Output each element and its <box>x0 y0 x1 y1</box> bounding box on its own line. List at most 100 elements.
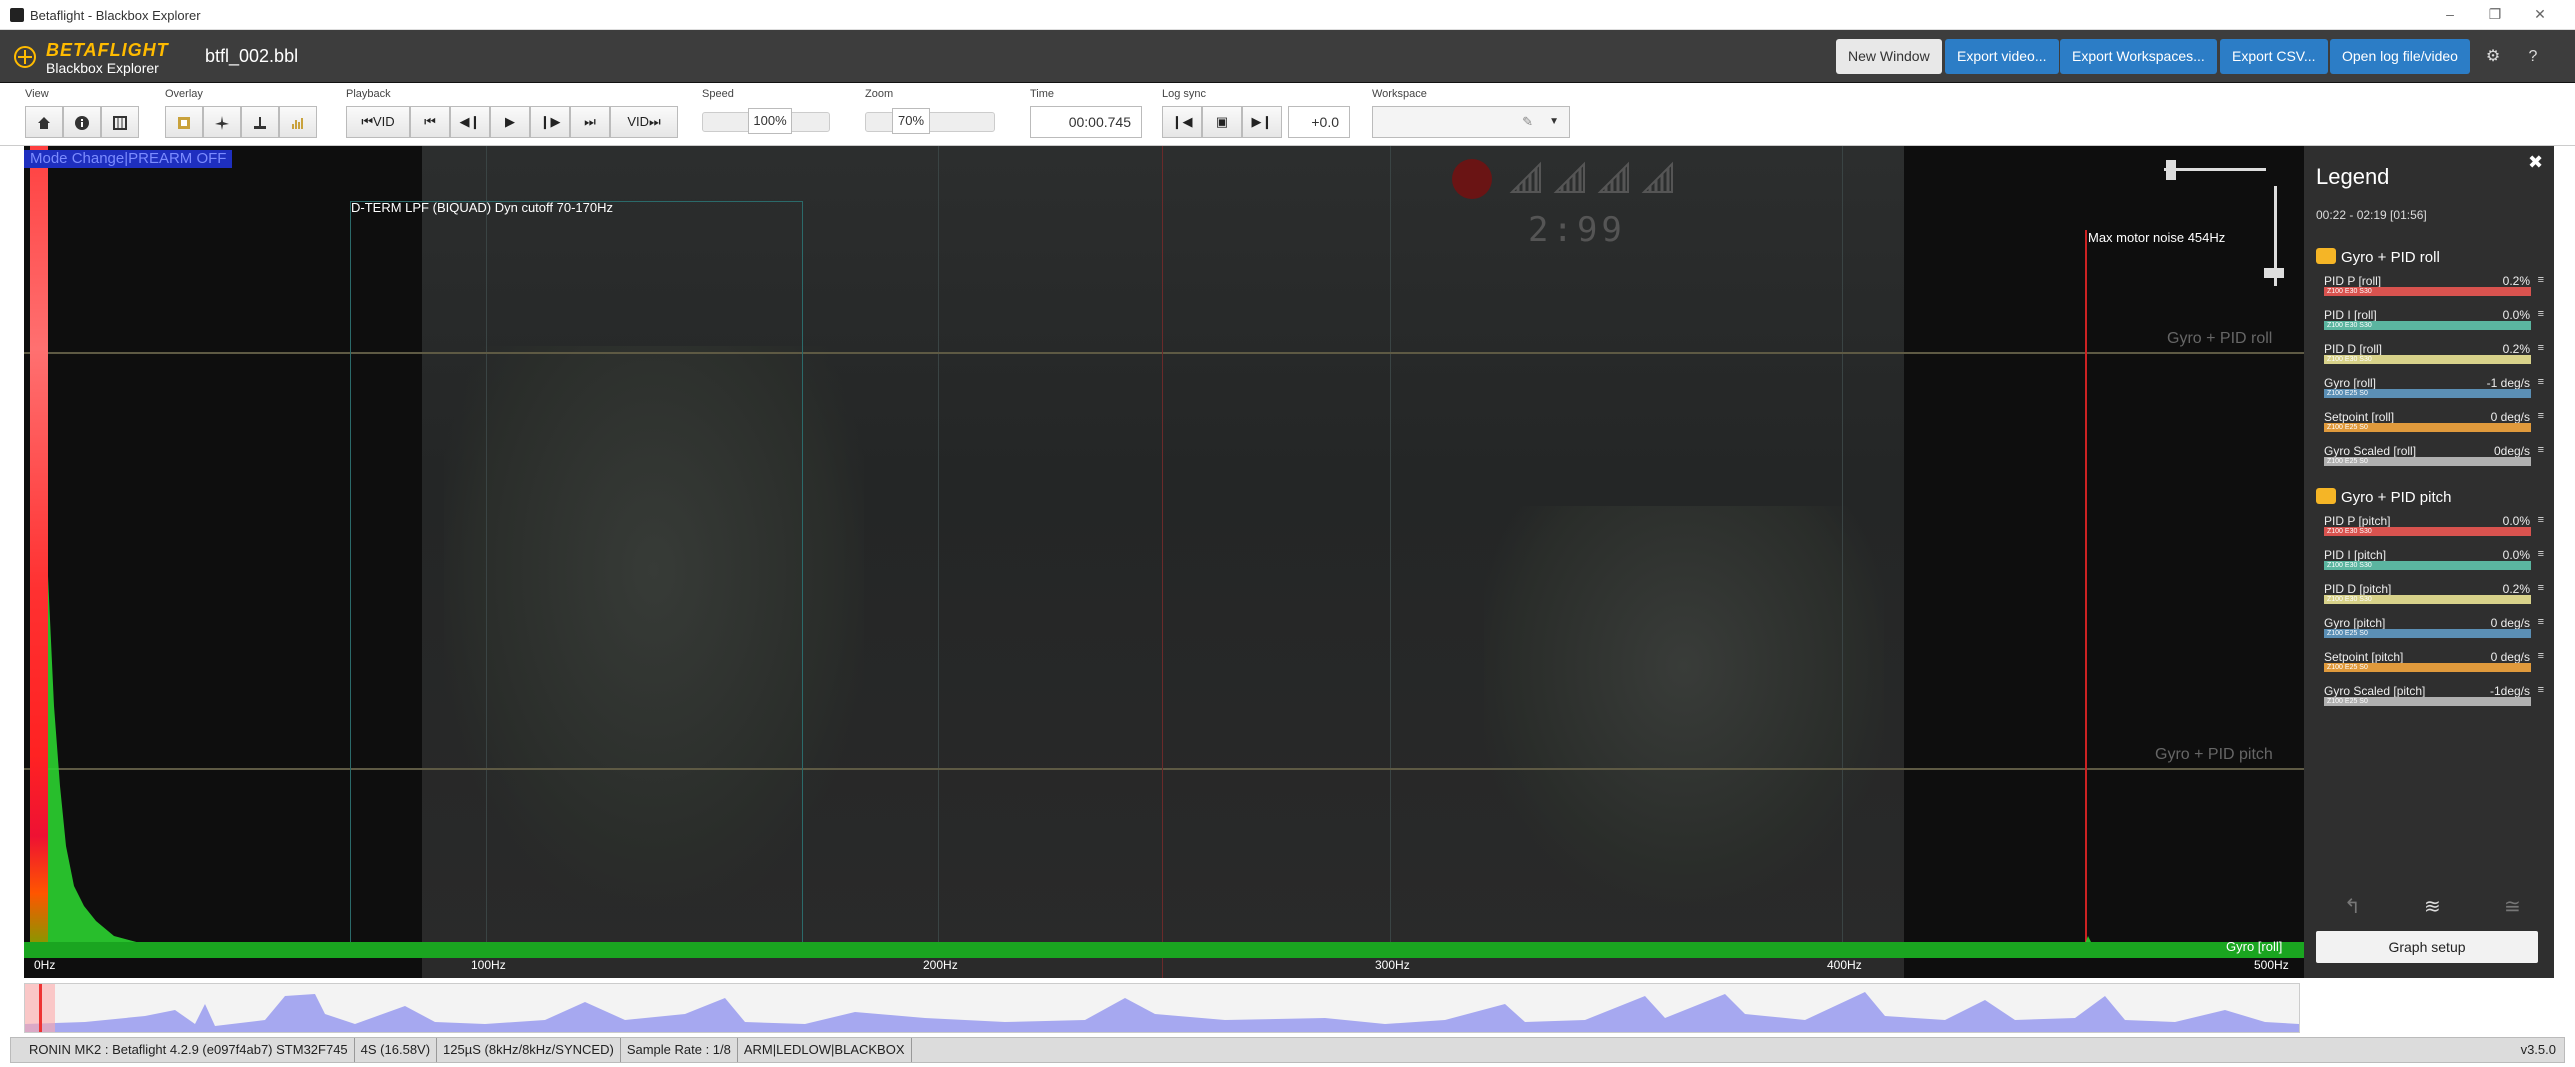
step-forward-button[interactable]: ❙▶ <box>530 106 570 138</box>
play-button[interactable]: ▶ <box>490 106 530 138</box>
close-icon[interactable]: ✖ <box>2528 152 2543 173</box>
axis-icon[interactable]: ≡ <box>2538 410 2544 422</box>
legend-item-value: 0.0% <box>2502 308 2530 322</box>
legend-item[interactable]: Gyro [roll] -1 deg/s ≡ Z100 E25 S0 <box>2324 376 2544 409</box>
sync-set-button[interactable]: ▣ <box>1202 106 1242 138</box>
sync-offset-field[interactable]: +0.0 <box>1288 106 1350 138</box>
legend-item-value: -1 deg/s <box>2486 376 2530 390</box>
help-icon[interactable]: ? <box>2522 46 2544 68</box>
legend-item[interactable]: Setpoint [roll] 0 deg/s ≡ Z100 E25 S0 <box>2324 410 2544 443</box>
craft-overlay-button[interactable] <box>203 106 241 138</box>
legend-item[interactable]: Gyro [pitch] 0 deg/s ≡ Z100 E25 S0 <box>2324 616 2544 649</box>
axis-tick-500: 500Hz <box>2254 958 2289 972</box>
legend-item-value: 0.0% <box>2502 548 2530 562</box>
status-battery: 4S (16.58V) <box>355 1038 438 1062</box>
open-log-button[interactable]: Open log file/video <box>2330 39 2470 74</box>
legend-item-value: 0.2% <box>2502 342 2530 356</box>
logo: BETAFLIGHT Blackbox Explorer <box>12 38 172 76</box>
betaflight-logo-icon <box>14 46 36 68</box>
group-toggle-icon[interactable] <box>2316 248 2336 264</box>
axis-icon[interactable]: ≡ <box>2538 274 2544 286</box>
jump-end-button[interactable]: ⏭ <box>570 106 610 138</box>
chevron-down-icon[interactable]: ▼ <box>1549 107 1559 137</box>
axis-icon[interactable]: ≡ <box>2538 342 2544 354</box>
sticks-icon <box>254 117 266 129</box>
new-window-button[interactable]: New Window <box>1836 39 1942 74</box>
video-overlay-button[interactable] <box>165 106 203 138</box>
zoom-slider[interactable] <box>865 112 995 132</box>
smooth-graph-icon[interactable]: ≅ <box>2504 894 2521 919</box>
legend-item[interactable]: PID P [pitch] 0.0% ≡ Z100 E30 S30 <box>2324 514 2544 547</box>
home-button[interactable] <box>25 106 63 138</box>
status-looptime: 125µS (8kHz/8kHz/SYNCED) <box>437 1038 621 1062</box>
axis-icon[interactable]: ≡ <box>2538 684 2544 696</box>
workspace-select[interactable]: ✎ ▼ <box>1372 106 1570 138</box>
legend-time-range: 00:22 - 02:19 [01:56] <box>2316 208 2427 222</box>
spectrum-graph-icon[interactable]: ≋ <box>2424 894 2441 919</box>
horizontal-zoom-slider[interactable] <box>2164 168 2266 171</box>
legend-graph-type-icons: ↰ ≋ ≅ <box>2344 894 2534 918</box>
axis-tick-100: 100Hz <box>471 958 506 972</box>
toolbar: View Overlay Playback ⏮VID ⏮ ◀❙ ▶ ❙▶ ⏭ V… <box>0 84 2575 146</box>
legend-item-bar: Z100 E30 S30 <box>2324 561 2531 570</box>
step-back-button[interactable]: ◀❙ <box>450 106 490 138</box>
analyser-overlay-button[interactable] <box>279 106 317 138</box>
jump-start-button[interactable]: ⏮ <box>410 106 450 138</box>
legend-item-name: PID I [pitch] <box>2324 548 2387 562</box>
pencil-icon[interactable]: ✎ <box>1522 107 1533 137</box>
legend-item[interactable]: PID D [roll] 0.2% ≡ Z100 E30 S30 <box>2324 342 2544 375</box>
axis-icon[interactable]: ≡ <box>2538 548 2544 560</box>
axis-tick-200: 200Hz <box>923 958 958 972</box>
gear-icon[interactable]: ⚙ <box>2482 46 2504 68</box>
graph-canvas[interactable]: 2:99 D-TERM LPF (BIQUAD) Dyn cutoff 70-1… <box>24 146 2304 978</box>
axis-icon[interactable]: ≡ <box>2538 514 2544 526</box>
line-graph-icon[interactable]: ↰ <box>2344 894 2361 919</box>
close-icon[interactable]: ✕ <box>2520 6 2560 23</box>
legend-item-value: 0.2% <box>2502 582 2530 596</box>
axis-icon[interactable]: ≡ <box>2538 650 2544 662</box>
sticks-overlay-button[interactable] <box>241 106 279 138</box>
legend-item[interactable]: Gyro Scaled [pitch] -1deg/s ≡ Z100 E25 S0 <box>2324 684 2544 717</box>
seek-playhead[interactable] <box>39 984 42 1032</box>
legend-item[interactable]: PID D [pitch] 0.2% ≡ Z100 E30 S30 <box>2324 582 2544 615</box>
film-icon <box>178 117 190 129</box>
export-video-button[interactable]: Export video... <box>1945 39 2059 74</box>
legend-item[interactable]: PID I [pitch] 0.0% ≡ Z100 E30 S30 <box>2324 548 2544 581</box>
legend-item-name: Gyro [pitch] <box>2324 616 2386 630</box>
vertical-zoom-handle[interactable] <box>2264 268 2284 278</box>
sync-back-button[interactable]: ❙◀ <box>1162 106 1202 138</box>
table-view-button[interactable] <box>101 106 139 138</box>
axis-tick-0: 0Hz <box>34 958 56 972</box>
zoom-value[interactable]: 70% <box>892 108 930 134</box>
group-toggle-icon[interactable] <box>2316 488 2336 504</box>
axis-icon[interactable]: ≡ <box>2538 616 2544 628</box>
speed-value[interactable]: 100% <box>748 108 792 134</box>
sync-forward-button[interactable]: ▶❙ <box>1242 106 1282 138</box>
axis-icon[interactable]: ≡ <box>2538 582 2544 594</box>
export-csv-button[interactable]: Export CSV... <box>2220 39 2328 74</box>
info-button[interactable] <box>63 106 101 138</box>
spectrum-floor <box>24 942 2304 958</box>
legend-item-bar: Z100 E30 S30 <box>2324 595 2531 604</box>
window-title: Betaflight - Blackbox Explorer <box>30 8 201 23</box>
horizontal-zoom-handle[interactable] <box>2166 160 2176 180</box>
legend-item[interactable]: PID P [roll] 0.2% ≡ Z100 E30 S30 <box>2324 274 2544 307</box>
export-workspaces-button[interactable]: Export Workspaces... <box>2060 39 2217 74</box>
legend-item[interactable]: Setpoint [pitch] 0 deg/s ≡ Z100 E25 S0 <box>2324 650 2544 683</box>
video-start-label: VID <box>373 114 395 129</box>
video-end-button[interactable]: VID⏭ <box>610 106 678 138</box>
legend-item[interactable]: PID I [roll] 0.0% ≡ Z100 E30 S30 <box>2324 308 2544 341</box>
legend-group-pitch[interactable]: Gyro + PID pitch <box>2316 488 2451 506</box>
axis-icon[interactable]: ≡ <box>2538 308 2544 320</box>
legend-group-roll[interactable]: Gyro + PID roll <box>2316 248 2440 266</box>
axis-icon[interactable]: ≡ <box>2538 376 2544 388</box>
seek-bar[interactable] <box>24 983 2300 1033</box>
video-end-label: VID <box>627 114 649 129</box>
legend-item[interactable]: Gyro Scaled [roll] 0deg/s ≡ Z100 E25 S0 <box>2324 444 2544 477</box>
video-start-button[interactable]: ⏮VID <box>346 106 410 138</box>
axis-icon[interactable]: ≡ <box>2538 444 2544 456</box>
restore-icon[interactable]: ❐ <box>2475 6 2515 23</box>
time-field[interactable]: 00:00.745 <box>1030 106 1142 138</box>
graph-setup-button[interactable]: Graph setup <box>2316 931 2538 963</box>
minimize-icon[interactable]: – <box>2430 6 2470 22</box>
